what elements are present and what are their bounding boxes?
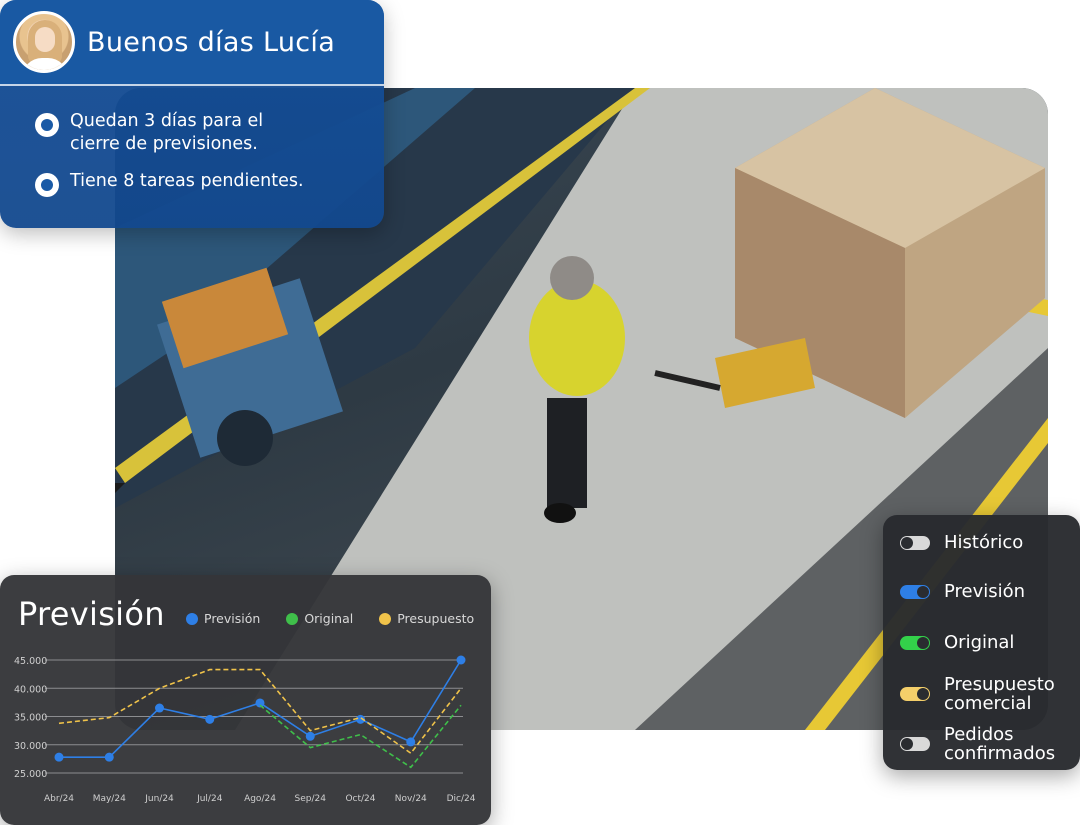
- data-point: [104, 752, 114, 762]
- toggle-presupuesto-comercial[interactable]: Presupuesto comercial: [900, 675, 1055, 713]
- toggle-label: Previsión: [944, 581, 1026, 602]
- data-point: [155, 703, 164, 713]
- toggle-label: Original: [944, 632, 1015, 653]
- x-tick-label: Jul/24: [196, 794, 223, 804]
- greeting-card: Buenos días Lucía Quedan 3 días para el …: [0, 0, 384, 228]
- series-line-previsión: [59, 659, 462, 758]
- toggle-original[interactable]: Original: [900, 633, 1014, 652]
- data-point: [205, 714, 215, 724]
- toggle-label: Histórico: [944, 532, 1024, 553]
- x-tick-label: May/24: [93, 794, 126, 804]
- notification-text: Tiene 8 tareas pendientes.: [70, 171, 304, 191]
- radio-bullet-icon: [35, 173, 59, 197]
- y-tick-label: 30.000: [14, 741, 47, 752]
- toggle-switch[interactable]: [900, 535, 930, 550]
- x-tick-label: Nov/24: [395, 794, 427, 804]
- toggle-pedidos-confirmados[interactable]: Pedidos confirmados: [900, 725, 1055, 763]
- data-point: [406, 737, 416, 747]
- toggle-switch[interactable]: [900, 687, 930, 701]
- y-tick-label: 40.000: [14, 684, 47, 695]
- x-tick-label: Oct/24: [345, 794, 375, 804]
- avatar: [13, 11, 75, 73]
- x-tick-label: Jun/24: [144, 794, 174, 804]
- y-tick-label: 25.000: [14, 769, 47, 780]
- list-item: Tiene 8 tareas pendientes.: [35, 170, 384, 197]
- toggle-switch[interactable]: [900, 737, 930, 751]
- y-tick-label: 35.000: [14, 713, 47, 724]
- notification-text: Quedan 3 días para el cierre de previsio…: [70, 111, 264, 154]
- toggle-switch[interactable]: [900, 584, 930, 599]
- x-tick-label: Abr/24: [44, 794, 74, 804]
- greeting-header: Buenos días Lucía: [0, 0, 384, 86]
- toggle-switch[interactable]: [900, 635, 930, 650]
- x-tick-label: Sep/24: [295, 794, 327, 804]
- data-point: [305, 731, 315, 741]
- radio-bullet-icon: [35, 113, 59, 137]
- series-line-presupuesto: [58, 668, 462, 755]
- list-item: Quedan 3 días para el cierre de previsio…: [35, 110, 384, 156]
- x-tick-label: Ago/24: [244, 794, 276, 804]
- y-tick-label: 45.000: [14, 656, 47, 667]
- toggle-label: Pedidos confirmados: [944, 724, 1056, 764]
- data-point: [456, 655, 466, 665]
- greeting-title: Buenos días Lucía: [87, 26, 336, 58]
- toggle-historico[interactable]: Histórico: [900, 533, 1023, 552]
- line-chart: 45.000 40.000 35.000 30.000 25.000 Abr/24 May/…: [14, 655, 476, 804]
- notification-list: Quedan 3 días para el cierre de previsio…: [0, 86, 384, 197]
- x-tick-label: Dic/24: [447, 794, 476, 804]
- data-point: [54, 752, 64, 762]
- series-line-original: [259, 704, 462, 769]
- forecast-chart-card: Previsión Previsión Original Presupuesto…: [0, 575, 491, 825]
- toggle-prevision[interactable]: Previsión: [900, 582, 1025, 601]
- series-toggles-card: Histórico Previsión Original Presupuesto…: [883, 515, 1080, 770]
- toggle-label: Presupuesto comercial: [944, 674, 1055, 714]
